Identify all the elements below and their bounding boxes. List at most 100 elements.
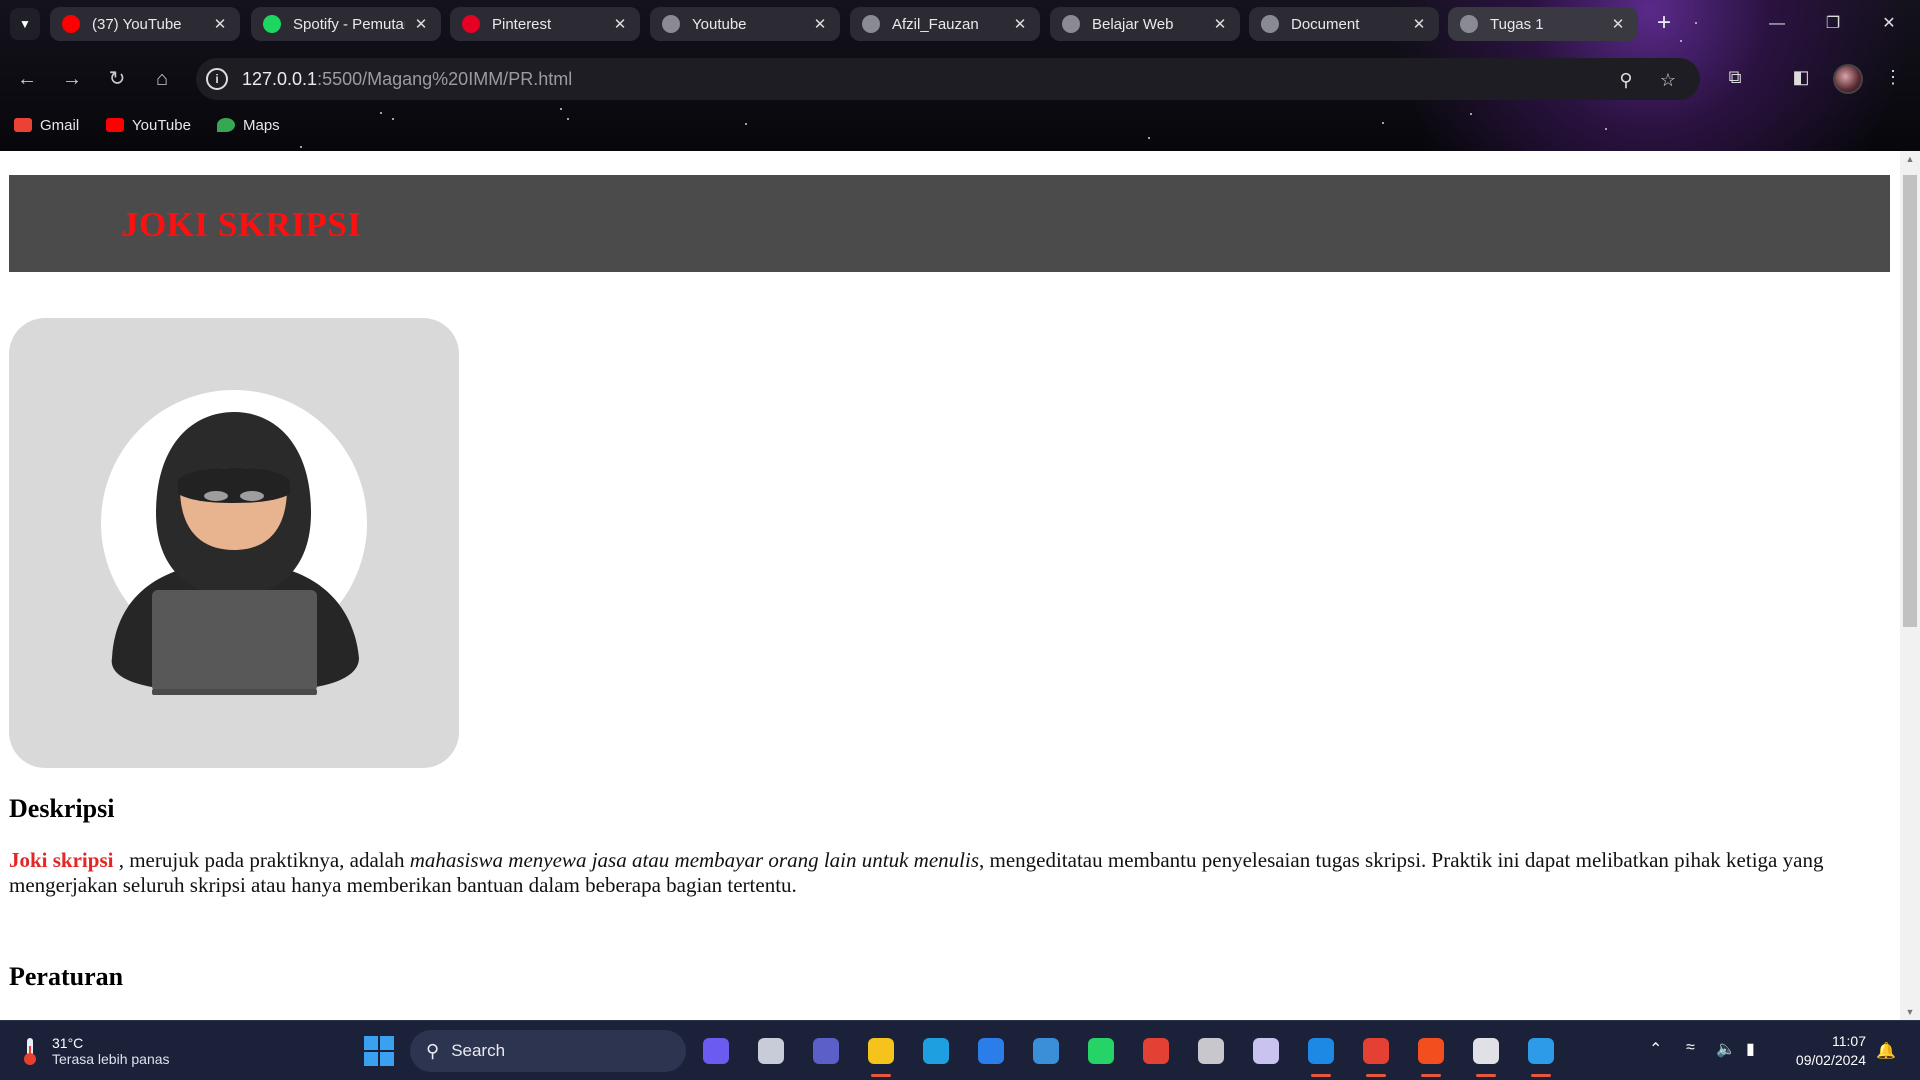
chevron-up-icon[interactable]: ⌃ [1649,1039,1662,1059]
defender-icon[interactable] [975,1035,1007,1067]
gmail-icon [14,118,32,132]
browser-tab[interactable]: Youtube ✕ [650,7,840,41]
app-glyph [1528,1038,1554,1064]
app-glyph [1143,1038,1169,1064]
thermometer-icon [24,1038,36,1065]
description-italic: mahasiswa menyewa jasa atau membayar ora… [409,848,979,872]
bookmark-star-icon[interactable]: ☆ [1656,68,1680,92]
store-icon[interactable] [1030,1035,1062,1067]
running-indicator [871,1074,891,1077]
app-glyph [1473,1038,1499,1064]
battery-icon[interactable]: ▮ [1746,1039,1755,1059]
chrome-icon[interactable] [1140,1035,1172,1067]
address-bar[interactable]: i 127.0.0.1:5500/Magang%20IMM/PR.html ⚲ … [196,58,1700,100]
vscode-icon[interactable] [1305,1035,1337,1077]
page-scrollbar[interactable]: ▲ ▼ [1900,151,1920,1020]
file-explorer-icon[interactable] [865,1035,897,1077]
arrow-left-icon: ← [17,68,37,90]
media-player-icon[interactable] [1470,1035,1502,1077]
tab-close-icon[interactable]: ✕ [1012,15,1028,33]
address-host: 127.0.0.1 [242,68,318,89]
tab-close-icon[interactable]: ✕ [212,15,228,33]
bookmark-label: Maps [243,116,280,134]
browser-tab[interactable]: Belajar Web ✕ [1050,7,1240,41]
volume-icon[interactable]: 🔈 [1716,1039,1736,1059]
clock-time: 11:07 [1832,1033,1866,1049]
reload-button[interactable]: ↻ [102,64,132,94]
teams-icon[interactable] [810,1035,842,1067]
taskbar-search[interactable]: ⚲ Search [410,1030,686,1072]
tab-title: Youtube [692,15,747,33]
extensions-icon[interactable]: ⧉ [1722,64,1748,90]
menu-icon[interactable]: ⋮ [1880,64,1906,90]
reload-icon: ↻ [108,68,126,90]
scroll-down-icon[interactable]: ▼ [1900,1004,1920,1020]
side-panel-icon[interactable]: ◧ [1788,64,1814,90]
tab-close-icon[interactable]: ✕ [1212,15,1228,33]
weather-condition: Terasa lebih panas [52,1051,170,1067]
page-viewport: JOKI SKRIPSI Deskripsi Joki skripsi , me… [0,151,1920,1020]
copilot-icon[interactable] [700,1035,732,1067]
scroll-up-icon[interactable]: ▲ [1900,151,1920,167]
tab-close-icon[interactable]: ✕ [612,15,628,33]
rules-heading: Peraturan [9,962,124,991]
system-clock[interactable]: 11:07 09/02/2024 [1776,1032,1866,1070]
app-glyph [923,1038,949,1064]
browser-tab[interactable]: Spotify - Pemutar ✕ [251,7,441,41]
app-glyph [758,1038,784,1064]
tab-close-icon[interactable]: ✕ [812,15,828,33]
app-glyph [868,1038,894,1064]
browser-tab[interactable]: Pinterest ✕ [450,7,640,41]
description-paragraph: Joki skripsi , merujuk pada praktiknya, … [9,848,1889,898]
app-glyph [978,1038,1004,1064]
tab-title: Tugas 1 [1490,15,1544,33]
wifi-icon[interactable]: ≈ [1686,1039,1695,1057]
description-heading: Deskripsi [9,794,115,823]
start-button[interactable] [364,1036,394,1066]
site-header: JOKI SKRIPSI [9,175,1890,272]
figma-icon[interactable] [1415,1035,1447,1077]
photos-icon[interactable] [1525,1035,1557,1077]
app-icon[interactable] [1195,1035,1227,1067]
tab-close-icon[interactable]: ✕ [1411,15,1427,33]
chrome-profile-icon[interactable] [1360,1035,1392,1077]
weather-widget[interactable]: 31°C Terasa lebih panas [22,1031,170,1071]
whatsapp-icon[interactable] [1085,1035,1117,1067]
tab-title: Document [1291,15,1360,33]
task-view-icon[interactable] [755,1035,787,1067]
edge-icon[interactable] [920,1035,952,1067]
clock-date: 09/02/2024 [1795,1052,1866,1068]
restore-button[interactable]: ❐ [1810,10,1856,38]
browser-tab[interactable]: Document ✕ [1249,7,1439,41]
avatar[interactable] [1833,64,1863,94]
new-tab-button[interactable]: + [1651,11,1677,37]
app-glyph [1253,1038,1279,1064]
forward-button[interactable]: → [57,64,87,94]
globe-icon [862,15,880,33]
home-icon: ⌂ [155,68,169,90]
bookmark-gmail[interactable]: Gmail [14,112,79,138]
bookmark-maps[interactable]: Maps [217,112,280,138]
home-button[interactable]: ⌂ [147,64,177,94]
back-button[interactable]: ← [12,64,42,94]
tab-close-icon[interactable]: ✕ [1610,15,1626,33]
minimize-button[interactable]: — [1754,10,1800,38]
bookmark-youtube[interactable]: YouTube [106,112,191,138]
scrollbar-thumb[interactable] [1903,175,1917,627]
maps-icon [217,118,235,132]
close-window-button[interactable]: ✕ [1866,10,1912,38]
minimize-icon: — [1769,15,1785,32]
globe-icon [1062,15,1080,33]
browser-tab[interactable]: Tugas 1 ✕ [1448,7,1638,41]
tab-close-icon[interactable]: ✕ [413,15,429,33]
site-info-icon[interactable]: i [206,68,228,90]
browser-tab[interactable]: Afzil_Fauzan ✕ [850,7,1040,41]
zoom-icon[interactable]: ⚲ [1614,68,1638,92]
heroku-icon[interactable] [1250,1035,1282,1067]
windows-taskbar: 31°C Terasa lebih panas ⚲ Search ⌃ ≈ 🔈 ▮… [0,1020,1920,1080]
running-indicator [1366,1074,1386,1077]
tab-search-button[interactable]: ▼ [10,8,40,40]
notification-bell-icon[interactable]: 🔔 [1876,1041,1896,1060]
weather-temperature: 31°C [52,1035,84,1051]
browser-tab[interactable]: (37) YouTube ✕ [50,7,240,41]
